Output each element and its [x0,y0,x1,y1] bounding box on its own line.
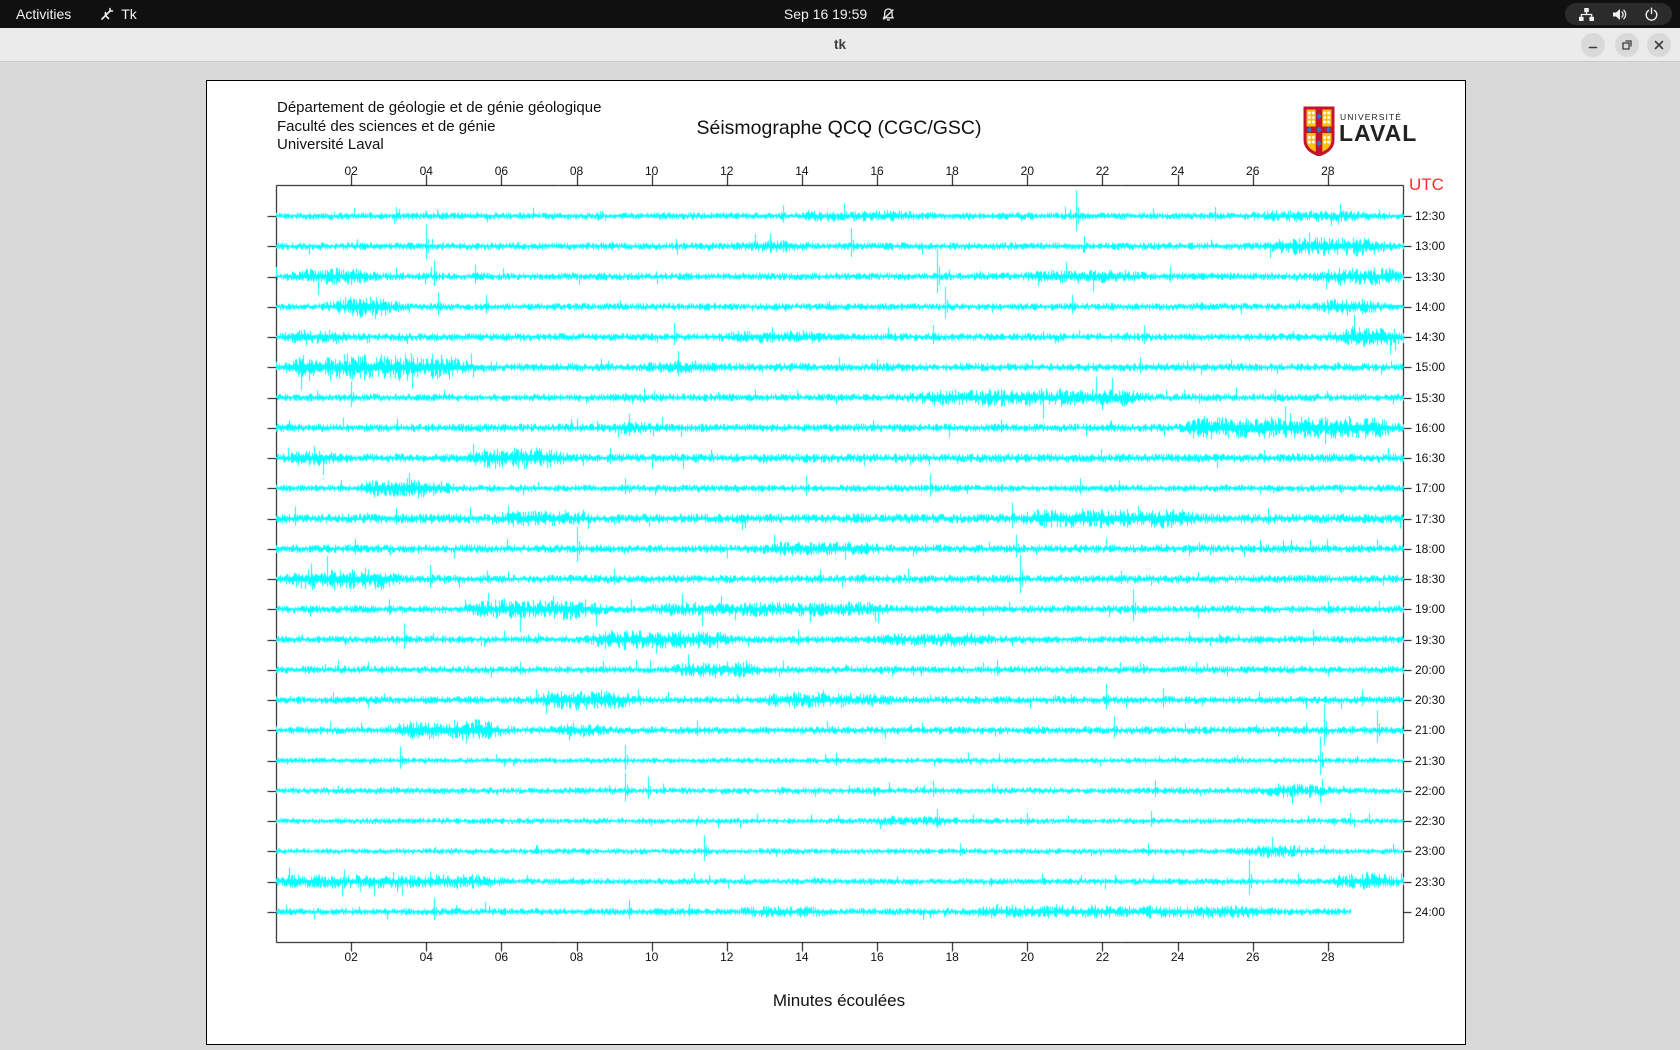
address-line-1: Département de géologie et de génie géol… [277,99,601,118]
tk-app-icon [99,7,114,22]
utc-time-label: 13:00 [1415,239,1445,253]
x-tick-label-top: 16 [870,164,883,178]
activities-button[interactable]: Activities [16,6,71,22]
utc-time-label: 17:00 [1415,481,1445,495]
minimize-icon [1587,39,1599,51]
universite-laval-logo: UNIVERSITÉ LAVAL [1303,106,1463,158]
x-tick-label-top: 20 [1021,164,1034,178]
x-tick-label-bottom: 24 [1171,950,1184,964]
window-title: tk [0,28,1680,62]
x-tick-label-top: 22 [1096,164,1109,178]
utc-time-label: 15:00 [1415,360,1445,374]
utc-time-label: 18:30 [1415,572,1445,586]
tk-window-body: Département de géologie et de génie géol… [0,63,1680,1050]
x-tick-label-bottom: 20 [1021,950,1034,964]
x-tick-label-bottom: 08 [570,950,583,964]
close-button[interactable] [1647,33,1671,57]
utc-time-label: 17:30 [1415,512,1445,526]
logo-laval-text: LAVAL [1339,120,1417,147]
maximize-icon [1621,39,1633,51]
power-icon [1644,7,1659,22]
utc-time-label: 20:30 [1415,693,1445,707]
utc-time-label: 21:00 [1415,723,1445,737]
system-tray[interactable] [1565,3,1672,25]
notifications-muted-icon [881,7,896,22]
utc-axis-label: UTC [1409,175,1444,195]
x-tick-label-bottom: 02 [344,950,357,964]
utc-time-label: 23:00 [1415,844,1445,858]
x-tick-label-top: 06 [495,164,508,178]
x-tick-label-bottom: 06 [495,950,508,964]
desktop-screen: Activities Tk Sep 16 19:59 [0,0,1680,1050]
utc-time-label: 15:30 [1415,391,1445,405]
x-tick-label-bottom: 18 [946,950,959,964]
x-tick-label-top: 28 [1321,164,1334,178]
x-tick-label-bottom: 28 [1321,950,1334,964]
x-tick-label-top: 26 [1246,164,1259,178]
utc-time-label: 18:00 [1415,542,1445,556]
x-tick-label-top: 04 [420,164,433,178]
x-tick-label-top: 08 [570,164,583,178]
x-tick-label-bottom: 04 [420,950,433,964]
x-axis-title: Minutes écoulées [559,991,1119,1011]
utc-time-label: 12:30 [1415,209,1445,223]
institution-address: Département de géologie et de génie géol… [277,99,601,155]
utc-time-label: 19:00 [1415,602,1445,616]
x-tick-label-bottom: 22 [1096,950,1109,964]
gnome-top-bar: Activities Tk Sep 16 19:59 [0,0,1680,28]
address-line-3: Université Laval [277,136,601,155]
utc-time-label: 22:30 [1415,814,1445,828]
utc-time-label: 24:00 [1415,905,1445,919]
utc-time-label: 14:30 [1415,330,1445,344]
minimize-button[interactable] [1581,33,1605,57]
x-tick-label-bottom: 26 [1246,950,1259,964]
x-tick-label-bottom: 16 [870,950,883,964]
utc-time-label: 20:00 [1415,663,1445,677]
helicorder-plot [207,81,1465,1044]
utc-time-label: 13:30 [1415,270,1445,284]
x-tick-label-top: 10 [645,164,658,178]
maximize-button[interactable] [1615,33,1639,57]
x-tick-label-bottom: 12 [720,950,733,964]
plot-title: Séismographe QCQ (CGC/GSC) [559,117,1119,140]
x-tick-label-bottom: 14 [795,950,808,964]
address-line-2: Faculté des sciences et de génie [277,118,601,137]
clock-label: Sep 16 19:59 [784,6,867,22]
utc-time-label: 19:30 [1415,633,1445,647]
x-tick-label-top: 14 [795,164,808,178]
x-tick-label-top: 02 [344,164,357,178]
x-tick-label-top: 24 [1171,164,1184,178]
seismograph-canvas: Département de géologie et de génie géol… [206,80,1466,1045]
utc-time-label: 16:00 [1415,421,1445,435]
app-menu-label: Tk [121,6,137,22]
utc-time-label: 23:30 [1415,875,1445,889]
network-icon [1578,7,1595,22]
app-menu[interactable]: Tk [99,6,137,22]
window-title-bar: tk [0,28,1680,62]
x-tick-label-top: 12 [720,164,733,178]
x-tick-label-bottom: 10 [645,950,658,964]
laval-shield-icon [1303,106,1335,156]
close-icon [1653,39,1665,51]
utc-time-label: 21:30 [1415,754,1445,768]
clock-menu[interactable]: Sep 16 19:59 [784,0,896,28]
volume-icon [1611,7,1628,22]
utc-time-label: 16:30 [1415,451,1445,465]
utc-time-label: 22:00 [1415,784,1445,798]
x-tick-label-top: 18 [946,164,959,178]
utc-time-label: 14:00 [1415,300,1445,314]
